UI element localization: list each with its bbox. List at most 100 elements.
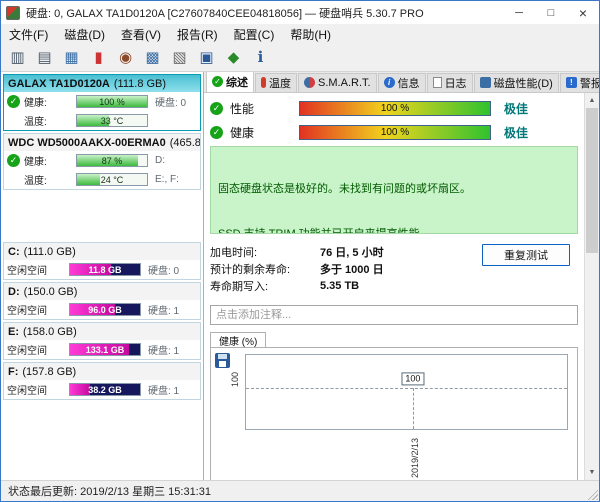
temp-label: 温度:	[24, 172, 72, 187]
save-chart-icon[interactable]	[215, 353, 230, 368]
menu-view[interactable]: 查看(V)	[113, 24, 169, 45]
health-ok-icon: ✓	[7, 95, 20, 108]
health-chart-tab[interactable]: 健康 (%)	[210, 332, 266, 348]
free-space-bar: 11.8 GB	[69, 263, 141, 276]
scroll-down-arrow[interactable]: ▼	[585, 465, 599, 480]
tab-label: 磁盘性能(D)	[494, 75, 553, 91]
help-info-icon[interactable]: ℹ	[248, 46, 273, 69]
health-chart-section: 健康 (%) 100 100 2019/2/13	[210, 331, 578, 480]
menu-config[interactable]: 配置(C)	[226, 24, 283, 45]
health-ok-icon: ✓	[7, 154, 20, 167]
disk-header[interactable]: GALAX TA1D0120A (111.8 GB)	[4, 75, 200, 92]
partition-header[interactable]: D: (150.0 GB)	[4, 283, 200, 300]
chart-gridline-v	[413, 388, 414, 429]
surface-test-icon: ▩	[145, 50, 159, 65]
maximize-button[interactable]: □	[535, 1, 567, 24]
status-last-updated: 状态最后更新: 2019/2/13 星期三 15:31:31	[8, 483, 211, 499]
hard-disk-icon[interactable]: ▥	[5, 46, 30, 69]
menu-disk[interactable]: 磁盘(D)	[56, 24, 113, 45]
health-row: ✓ 健康 100 % 极佳	[210, 122, 578, 142]
free-space-bar: 96.0 GB	[69, 303, 141, 316]
free-space-label: 空闲空间	[7, 342, 65, 357]
health-value: 100 %	[300, 126, 490, 139]
partition-header[interactable]: E: (158.0 GB)	[4, 323, 200, 340]
shield-monitor-icon[interactable]: ◆	[221, 46, 246, 69]
sidebar-disk-1[interactable]: WDC WD5000AAKX-00ERMA0 (465.8 GB) ✓ 健康: …	[3, 133, 201, 190]
disk-header[interactable]: WDC WD5000AAKX-00ERMA0 (465.8 GB)	[4, 134, 200, 151]
menu-file[interactable]: 文件(F)	[1, 24, 56, 45]
partition-header[interactable]: C: (111.0 GB)	[4, 243, 200, 260]
smart-gauge-icon	[304, 77, 315, 88]
tab-label: 警报(A)	[580, 75, 599, 91]
tab-temperature[interactable]: 温度	[255, 73, 297, 92]
tab-disk-performance[interactable]: 磁盘性能(D)	[474, 73, 559, 92]
smart-icon[interactable]: ◉	[113, 46, 138, 69]
scroll-thumb[interactable]	[586, 108, 598, 253]
sidebar-partition-c[interactable]: C: (111.0 GB) 空闲空间 11.8 GB 硬盘: 0	[3, 242, 201, 280]
disk-name: GALAX TA1D0120A	[8, 78, 110, 90]
partition-letter: E:	[8, 326, 19, 338]
temperature-icon[interactable]: ▮	[86, 46, 111, 69]
window-title: 硬盘: 0, GALAX TA1D0120A [C27607840CEE0481…	[26, 5, 503, 21]
partition-size: (111.0 GB)	[24, 246, 76, 258]
save-report-icon[interactable]: ▣	[194, 46, 219, 69]
tab-alerts[interactable]: ! 警报(A)	[560, 73, 599, 92]
health-value: 87 %	[77, 155, 147, 166]
partition-letter: C:	[8, 246, 20, 258]
tab-label: 综述	[226, 74, 248, 90]
minimize-button[interactable]: ─	[503, 1, 535, 24]
lifetime-writes-value: 5.35 TB	[320, 280, 359, 292]
tab-smart[interactable]: S.M.A.R.T.	[298, 73, 377, 92]
status-line: SSD 支持 TRIM 功能并已开启来提高性能。	[218, 227, 570, 234]
hard-disk-icon: ▥	[10, 50, 24, 65]
free-space-label: 空闲空间	[7, 262, 65, 277]
disk-health-row: ✓ 健康: 100 % 硬盘: 0	[4, 92, 200, 111]
free-space-row: 空闲空间 38.2 GB 硬盘: 1	[4, 380, 200, 399]
chart-point-label: 100	[401, 373, 424, 386]
select-disk-icon[interactable]: ▤	[32, 46, 57, 69]
free-space-label: 空闲空间	[7, 382, 65, 397]
chart-gridline-h	[246, 388, 567, 389]
help-info-icon: ℹ	[258, 50, 264, 65]
partition-header[interactable]: F: (157.8 GB)	[4, 363, 200, 380]
report-icon: ▧	[172, 50, 186, 65]
surface-test-icon[interactable]: ▩	[140, 46, 165, 69]
info-icon: i	[384, 77, 395, 88]
tab-overview[interactable]: ✓ 综述	[206, 72, 254, 92]
performance-value: 100 %	[300, 102, 490, 115]
close-button[interactable]: ×	[567, 1, 599, 24]
partition-size: (157.8 GB)	[22, 366, 76, 378]
disk-info-icon[interactable]: ▦	[59, 46, 84, 69]
disk-number-label: 硬盘: 1	[145, 342, 197, 357]
scroll-track[interactable]	[585, 108, 599, 465]
retest-button[interactable]: 重复测试	[482, 244, 570, 266]
sidebar-disk-0[interactable]: GALAX TA1D0120A (111.8 GB) ✓ 健康: 100 % 硬…	[3, 74, 201, 131]
disk-number-label: 硬盘: 1	[145, 302, 197, 317]
menu-report[interactable]: 报告(R)	[169, 24, 226, 45]
sidebar-partition-f[interactable]: F: (157.8 GB) 空闲空间 38.2 GB 硬盘: 1	[3, 362, 201, 400]
tab-information[interactable]: i 信息	[378, 73, 426, 92]
free-space-bar: 133.1 GB	[69, 343, 141, 356]
sidebar-partition-d[interactable]: D: (150.0 GB) 空闲空间 96.0 GB 硬盘: 1	[3, 282, 201, 320]
comment-input[interactable]	[210, 305, 578, 325]
health-bar: 100 %	[76, 95, 148, 108]
partition-size: (158.0 GB)	[23, 326, 77, 338]
menu-help[interactable]: 帮助(H)	[282, 24, 339, 45]
disk-temp-row: 温度: 33 °C	[4, 111, 200, 130]
temp-value: 24 °C	[77, 174, 147, 185]
disk-health-row: ✓ 健康: 87 % D:	[4, 151, 200, 170]
vertical-scrollbar[interactable]: ▲ ▼	[584, 93, 599, 480]
tab-log[interactable]: 日志	[427, 73, 473, 92]
app-icon	[6, 6, 20, 20]
resize-grip[interactable]	[585, 487, 598, 500]
temperature-icon: ▮	[94, 50, 102, 65]
disk-temp-row: 温度: 24 °C E:, F:	[4, 170, 200, 189]
power-on-time-label: 加电时间:	[210, 244, 320, 260]
free-space-row: 空闲空间 133.1 GB 硬盘: 1	[4, 340, 200, 359]
sidebar-partition-e[interactable]: E: (158.0 GB) 空闲空间 133.1 GB 硬盘: 1	[3, 322, 201, 360]
drive-letters-label: E:, F:	[152, 174, 197, 185]
report-icon[interactable]: ▧	[167, 46, 192, 69]
disk-size: (465.8 GB)	[170, 137, 200, 149]
scroll-up-arrow[interactable]: ▲	[585, 93, 599, 108]
health-ok-icon: ✓	[210, 126, 223, 139]
